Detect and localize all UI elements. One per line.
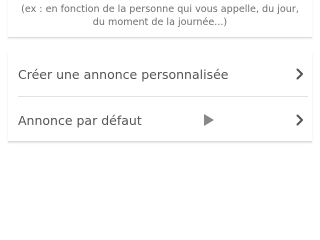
chevron-right-icon	[294, 67, 306, 81]
divider	[18, 96, 308, 97]
create-custom-announcement-item[interactable]: Créer une annonce personnalisée	[8, 52, 312, 96]
help-card: (ex : en fonction de la personne qui vou…	[8, 0, 312, 38]
help-text: (ex : en fonction de la personne qui vou…	[21, 4, 299, 28]
default-announcement-label: Annonce par défaut	[18, 112, 142, 128]
default-announcement-item[interactable]: Annonce par défaut	[8, 98, 312, 142]
announcement-menu: Créer une annonce personnalisée Annonce …	[8, 52, 312, 142]
play-icon[interactable]	[202, 112, 216, 128]
chevron-right-icon	[294, 113, 306, 127]
create-custom-announcement-label: Créer une annonce personnalisée	[18, 66, 229, 82]
